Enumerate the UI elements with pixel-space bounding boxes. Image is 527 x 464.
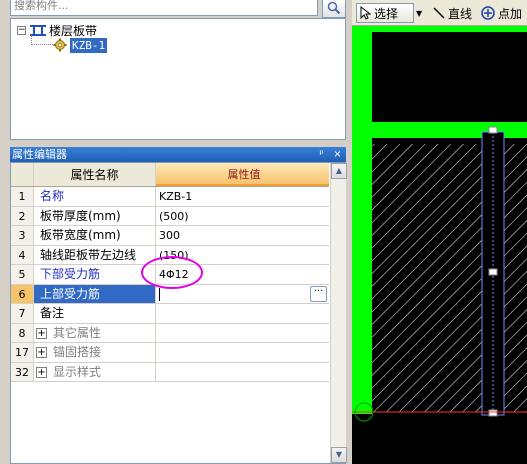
row-number: 17: [11, 343, 34, 362]
property-name: 上部受力筋: [34, 284, 156, 303]
tree-child-label: KZB-1: [70, 37, 108, 53]
property-group-label: 显示样式: [53, 364, 102, 379]
expand-plus-icon[interactable]: +: [36, 366, 47, 378]
row-number: 6: [11, 284, 34, 303]
green-beam-left-lower: [352, 138, 372, 414]
row-number: 32: [11, 362, 34, 381]
point-add-icon: [481, 6, 495, 20]
property-editor-titlebar: 属性编辑器 ᵖ ×: [10, 147, 346, 162]
select-dropdown-icon[interactable]: ▼: [416, 3, 425, 23]
point-tool-button[interactable]: 点加: [480, 3, 522, 23]
property-grid: 属性名称 属性值 1 名称 KZB-1 2 板带厚度(mm) (500) 3 板…: [10, 162, 347, 464]
property-row-name[interactable]: 1 名称 KZB-1: [11, 187, 329, 207]
search-input[interactable]: 搜索构件...: [10, 0, 318, 16]
drawing-canvas[interactable]: [352, 26, 527, 464]
point-tool-label: 点加: [498, 6, 523, 21]
property-group-anchorage[interactable]: 17 + 锚固搭接: [11, 343, 329, 363]
line-tool-button[interactable]: 直线: [432, 3, 472, 23]
scroll-up-icon[interactable]: ▲: [331, 163, 347, 179]
property-group-other[interactable]: 8 + 其它属性: [11, 323, 329, 343]
header-value: 属性值: [156, 163, 329, 186]
property-header-row: 属性名称 属性值: [11, 163, 329, 187]
property-value[interactable]: KZB-1: [156, 187, 329, 206]
tree-root-label: 楼层板带: [49, 23, 98, 38]
property-row-width[interactable]: 3 板带宽度(mm) 300: [11, 226, 329, 246]
close-icon[interactable]: ×: [331, 148, 344, 161]
text-caret: [159, 288, 160, 301]
select-tool-label: 选择: [374, 6, 399, 21]
drawing-toolbar: 选择 ▼ 直线 点加: [352, 0, 527, 26]
property-row-remark[interactable]: 7 备注: [11, 304, 329, 324]
tree-node-root[interactable]: − 楼层板带: [17, 22, 97, 38]
drawing-panel: 选择 ▼ 直线 点加: [352, 0, 527, 464]
search-placeholder: 搜索构件...: [14, 0, 69, 12]
property-group-cell: + 显示样式: [34, 362, 156, 381]
property-name: 名称: [34, 187, 156, 206]
pin-icon[interactable]: ᵖ: [315, 148, 328, 161]
property-name: 板带厚度(mm): [34, 206, 156, 225]
header-num-cell: [11, 163, 34, 186]
search-button[interactable]: [322, 0, 346, 18]
property-value[interactable]: 300: [156, 226, 329, 245]
header-name: 属性名称: [34, 163, 156, 186]
tree-connector: [31, 35, 53, 45]
cursor-icon: [360, 6, 371, 20]
row-number: 7: [11, 304, 34, 323]
property-value[interactable]: [156, 304, 329, 323]
row-number: 2: [11, 206, 34, 225]
row-number: 3: [11, 226, 34, 245]
component-tree: − 楼层板带 KZB-1: [10, 18, 346, 140]
search-icon: [327, 1, 341, 15]
property-editor-title: 属性编辑器: [12, 148, 67, 161]
property-value: [156, 343, 329, 362]
property-name: 备注: [34, 304, 156, 323]
property-value[interactable]: (500): [156, 207, 329, 226]
property-group-cell: + 其它属性: [34, 323, 156, 342]
grip-handle-mid[interactable]: [488, 268, 498, 276]
gear-icon: [53, 38, 67, 52]
tree-node-kzb1[interactable]: KZB-1: [53, 37, 108, 53]
expand-plus-icon[interactable]: +: [36, 327, 47, 339]
line-icon: [433, 7, 445, 19]
row-number: 4: [11, 245, 34, 264]
tree-expander[interactable]: −: [17, 25, 26, 35]
property-value: [156, 363, 329, 382]
row-number: 8: [11, 323, 34, 342]
left-panel: 搜索构件... − 楼层板带 KZB-1 属性编辑器 ᵖ × 属性名称 属性值 …: [0, 0, 350, 464]
property-group-cell: + 锚固搭接: [34, 343, 156, 362]
property-name: 轴线距板带左边线: [34, 245, 156, 264]
property-name: 板带宽度(mm): [34, 226, 156, 245]
property-group-label: 锚固搭接: [53, 345, 102, 359]
grip-handle-top[interactable]: [488, 126, 498, 134]
green-beam-cap: [352, 26, 527, 32]
grip-handle-bottom[interactable]: [488, 409, 498, 417]
row-number: 5: [11, 265, 34, 284]
scroll-down-icon[interactable]: ▼: [331, 447, 347, 463]
expand-plus-icon[interactable]: +: [36, 347, 47, 358]
property-row-thickness[interactable]: 2 板带厚度(mm) (500): [11, 206, 329, 226]
property-value: [156, 324, 329, 343]
property-group-label: 其它属性: [53, 325, 102, 340]
line-tool-label: 直线: [448, 6, 473, 21]
ellipsis-button[interactable]: ···: [310, 285, 327, 302]
property-name: 下部受力筋: [34, 265, 156, 284]
vertical-scrollbar[interactable]: ▲ ▼: [330, 163, 347, 463]
property-group-display[interactable]: 32 + 显示样式: [11, 362, 329, 382]
row-number: 1: [11, 187, 34, 206]
search-bar: 搜索构件...: [10, 0, 346, 18]
annotation-circle: [141, 256, 203, 289]
select-tool-button[interactable]: 选择: [356, 3, 414, 23]
